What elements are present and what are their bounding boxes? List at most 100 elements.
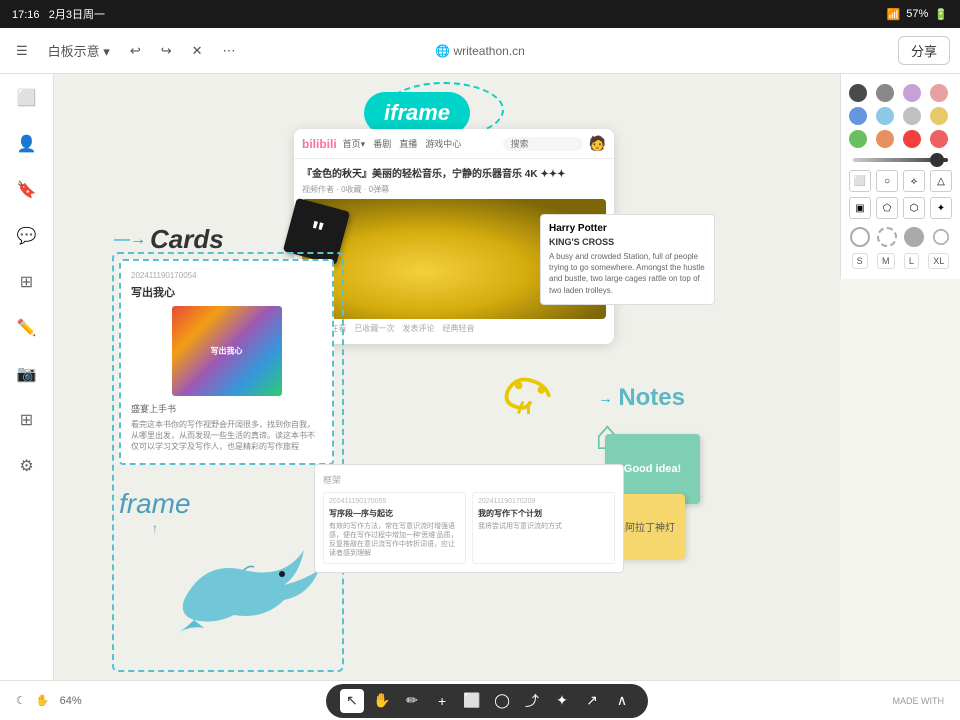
right-panel: ⬜ ○ ⟡ △ ▣ ⬠ ⬡ ✦ S M L XL xyxy=(840,74,960,279)
size-l[interactable]: L xyxy=(904,253,919,269)
shape-circle[interactable]: ○ xyxy=(876,170,898,192)
tool-shape[interactable]: ⬜ xyxy=(460,689,484,713)
notes-text: Notes xyxy=(618,384,685,412)
frame-section: 框架 202411190170055 写序段—序与起讫 有效的写作方法，常在写意… xyxy=(314,464,624,573)
bili-footer: 1人正在看 已收藏一次 发表评论 经典轻音 xyxy=(302,319,606,338)
card-subtitle: 盛宴上手书 xyxy=(131,402,322,415)
color-red2[interactable] xyxy=(930,130,948,148)
sidebar-grid-icon[interactable]: ⊞ xyxy=(13,406,41,434)
battery-icon: 🔋 xyxy=(934,8,948,21)
redo-button[interactable]: ↪ xyxy=(155,39,178,63)
sidebar-pen-icon[interactable]: ✏️ xyxy=(13,314,41,342)
frame-card-1-title: 写序段—序与起讫 xyxy=(329,508,460,519)
card-item[interactable]: 202411190170054 写出我心 写出我心 盛宴上手书 看完这本书你的写… xyxy=(119,259,334,465)
shape-diamond[interactable]: ⟡ xyxy=(903,170,925,192)
sidebar-pages-icon[interactable]: ⬜ xyxy=(13,84,41,112)
shape-triangle[interactable]: △ xyxy=(930,170,952,192)
shape-star[interactable]: ✦ xyxy=(930,197,952,219)
color-pink[interactable] xyxy=(930,84,948,102)
sidebar-user-icon[interactable]: 👤 xyxy=(13,130,41,158)
hp-body: A busy and crowded Station, full of peop… xyxy=(549,251,706,296)
url-icon: 🌐 xyxy=(435,44,450,58)
frame-card-2-id: 202411190170209 xyxy=(478,498,609,505)
undo-button[interactable]: ↩ xyxy=(124,39,147,63)
cards-text: Cards xyxy=(150,224,224,255)
tool-hand[interactable]: ✋ xyxy=(370,689,394,713)
shape-grid: ⬜ ○ ⟡ △ ▣ ⬠ ⬡ ✦ xyxy=(849,170,952,219)
sidebar-settings-icon[interactable]: ⚙ xyxy=(13,452,41,480)
tool-collapse[interactable]: ∧ xyxy=(610,689,634,713)
frame-card-1[interactable]: 202411190170055 写序段—序与起讫 有效的写作方法，常在写意识流时… xyxy=(323,492,466,564)
bili-nav: 首页▾ 番剧 直播 游戏中心 xyxy=(343,137,462,150)
tool-link[interactable]: ⤴ xyxy=(520,689,544,713)
top-toolbar: ☰ 白板示意 ▾ ↩ ↪ ✕ ⋯ 🌐 writeathon.cn 分享 xyxy=(0,28,960,74)
color-lightblue[interactable] xyxy=(876,107,894,125)
circle-small[interactable] xyxy=(933,229,949,245)
color-yellow[interactable] xyxy=(930,107,948,125)
smiley-illustration xyxy=(500,369,560,419)
color-black[interactable] xyxy=(849,84,867,102)
tool-lasso[interactable]: ◯ xyxy=(490,689,514,713)
tool-select[interactable]: ↖ xyxy=(340,689,364,713)
circle-filled[interactable] xyxy=(850,227,870,247)
dolphin-illustration xyxy=(164,520,324,640)
status-bar: 17:16 2月3日周一 📶 57% 🔋 xyxy=(0,0,960,28)
shape-hex[interactable]: ⬡ xyxy=(903,197,925,219)
bili-search-input[interactable] xyxy=(503,137,583,151)
color-purple[interactable] xyxy=(903,84,921,102)
frame-card-2-body: 我将尝试用写意识流的方式 xyxy=(478,522,609,531)
circle-dashed[interactable] xyxy=(877,227,897,247)
color-gray[interactable] xyxy=(876,84,894,102)
sidebar-camera-icon[interactable]: 📷 xyxy=(13,360,41,388)
stroke-slider[interactable] xyxy=(849,158,952,162)
status-right: 📶 57% 🔋 xyxy=(887,8,948,21)
bili-header: bilibili 首页▾ 番剧 直播 游戏中心 🧑 xyxy=(294,129,614,159)
frame-label: frame xyxy=(119,488,191,520)
tool-pen[interactable]: ✏ xyxy=(400,689,424,713)
bili-user-icon[interactable]: 🧑 xyxy=(589,135,606,152)
tools-toolbar: ↖ ✋ ✏ + ⬜ ◯ ⤴ ✦ ↗ ∧ xyxy=(326,684,648,718)
share-button[interactable]: 分享 xyxy=(898,36,950,65)
app-name-button[interactable]: 白板示意 ▾ xyxy=(42,37,116,64)
hp-subtitle: KING'S CROSS xyxy=(549,237,706,247)
circle-solid[interactable] xyxy=(904,227,924,247)
tool-arrow[interactable]: ↗ xyxy=(580,689,604,713)
size-grid: S M L XL xyxy=(849,253,952,269)
card-book-cover: 写出我心 xyxy=(172,306,282,396)
more-button[interactable]: ⋯ xyxy=(217,39,242,63)
tool-add[interactable]: + xyxy=(430,689,454,713)
bili-video-title: 『金色的秋天』美丽的轻松音乐，宁静的乐器音乐 4K ✦✦✦ xyxy=(302,165,606,180)
bottom-toolbar: ☾ ✋ 64% ↖ ✋ ✏ + ⬜ ◯ ⤴ ✦ ↗ ∧ MADE WITH xyxy=(0,680,960,720)
color-silver[interactable] xyxy=(903,107,921,125)
bottom-left: ☾ ✋ 64% xyxy=(16,694,82,707)
size-s[interactable]: S xyxy=(852,253,868,269)
moon-icon[interactable]: ☾ xyxy=(16,694,26,707)
notes-arrow-icon: → xyxy=(598,390,612,406)
shape-pentagon[interactable]: ⬠ xyxy=(876,197,898,219)
size-m[interactable]: M xyxy=(877,253,895,269)
shape-rect2[interactable]: ▣ xyxy=(849,197,871,219)
delete-button[interactable]: ✕ xyxy=(186,39,209,63)
menu-button[interactable]: ☰ xyxy=(10,39,34,63)
color-red1[interactable] xyxy=(903,130,921,148)
cards-arrow-icon: —→ xyxy=(114,231,146,249)
cards-label-container: —→ Cards xyxy=(114,224,224,255)
color-blue[interactable] xyxy=(849,107,867,125)
sidebar-comment-icon[interactable]: 💬 xyxy=(13,222,41,250)
size-xl[interactable]: XL xyxy=(928,253,949,269)
shape-rect[interactable]: ⬜ xyxy=(849,170,871,192)
hand-icon[interactable]: ✋ xyxy=(36,694,50,707)
frame-card-2[interactable]: 202411190170209 我的写作下个计划 我将尝试用写意识流的方式 xyxy=(472,492,615,564)
wifi-icon: 📶 xyxy=(887,8,901,21)
url-display: 🌐 writeathon.cn xyxy=(435,44,525,58)
made-with-label: MADE WITH xyxy=(892,696,944,706)
sidebar-select-icon[interactable]: ⊞ xyxy=(13,268,41,296)
color-orange[interactable] xyxy=(876,130,894,148)
hp-section: Harry Potter KING'S CROSS A busy and cro… xyxy=(540,214,715,305)
bili-meta: 视频作者 · 0收藏 · 0弹幕 xyxy=(302,184,606,195)
circle-row xyxy=(849,227,952,247)
color-green[interactable] xyxy=(849,130,867,148)
sidebar-bookmark-icon[interactable]: 🔖 xyxy=(13,176,41,204)
card-id: 202411190170054 xyxy=(131,271,322,280)
tool-star[interactable]: ✦ xyxy=(550,689,574,713)
